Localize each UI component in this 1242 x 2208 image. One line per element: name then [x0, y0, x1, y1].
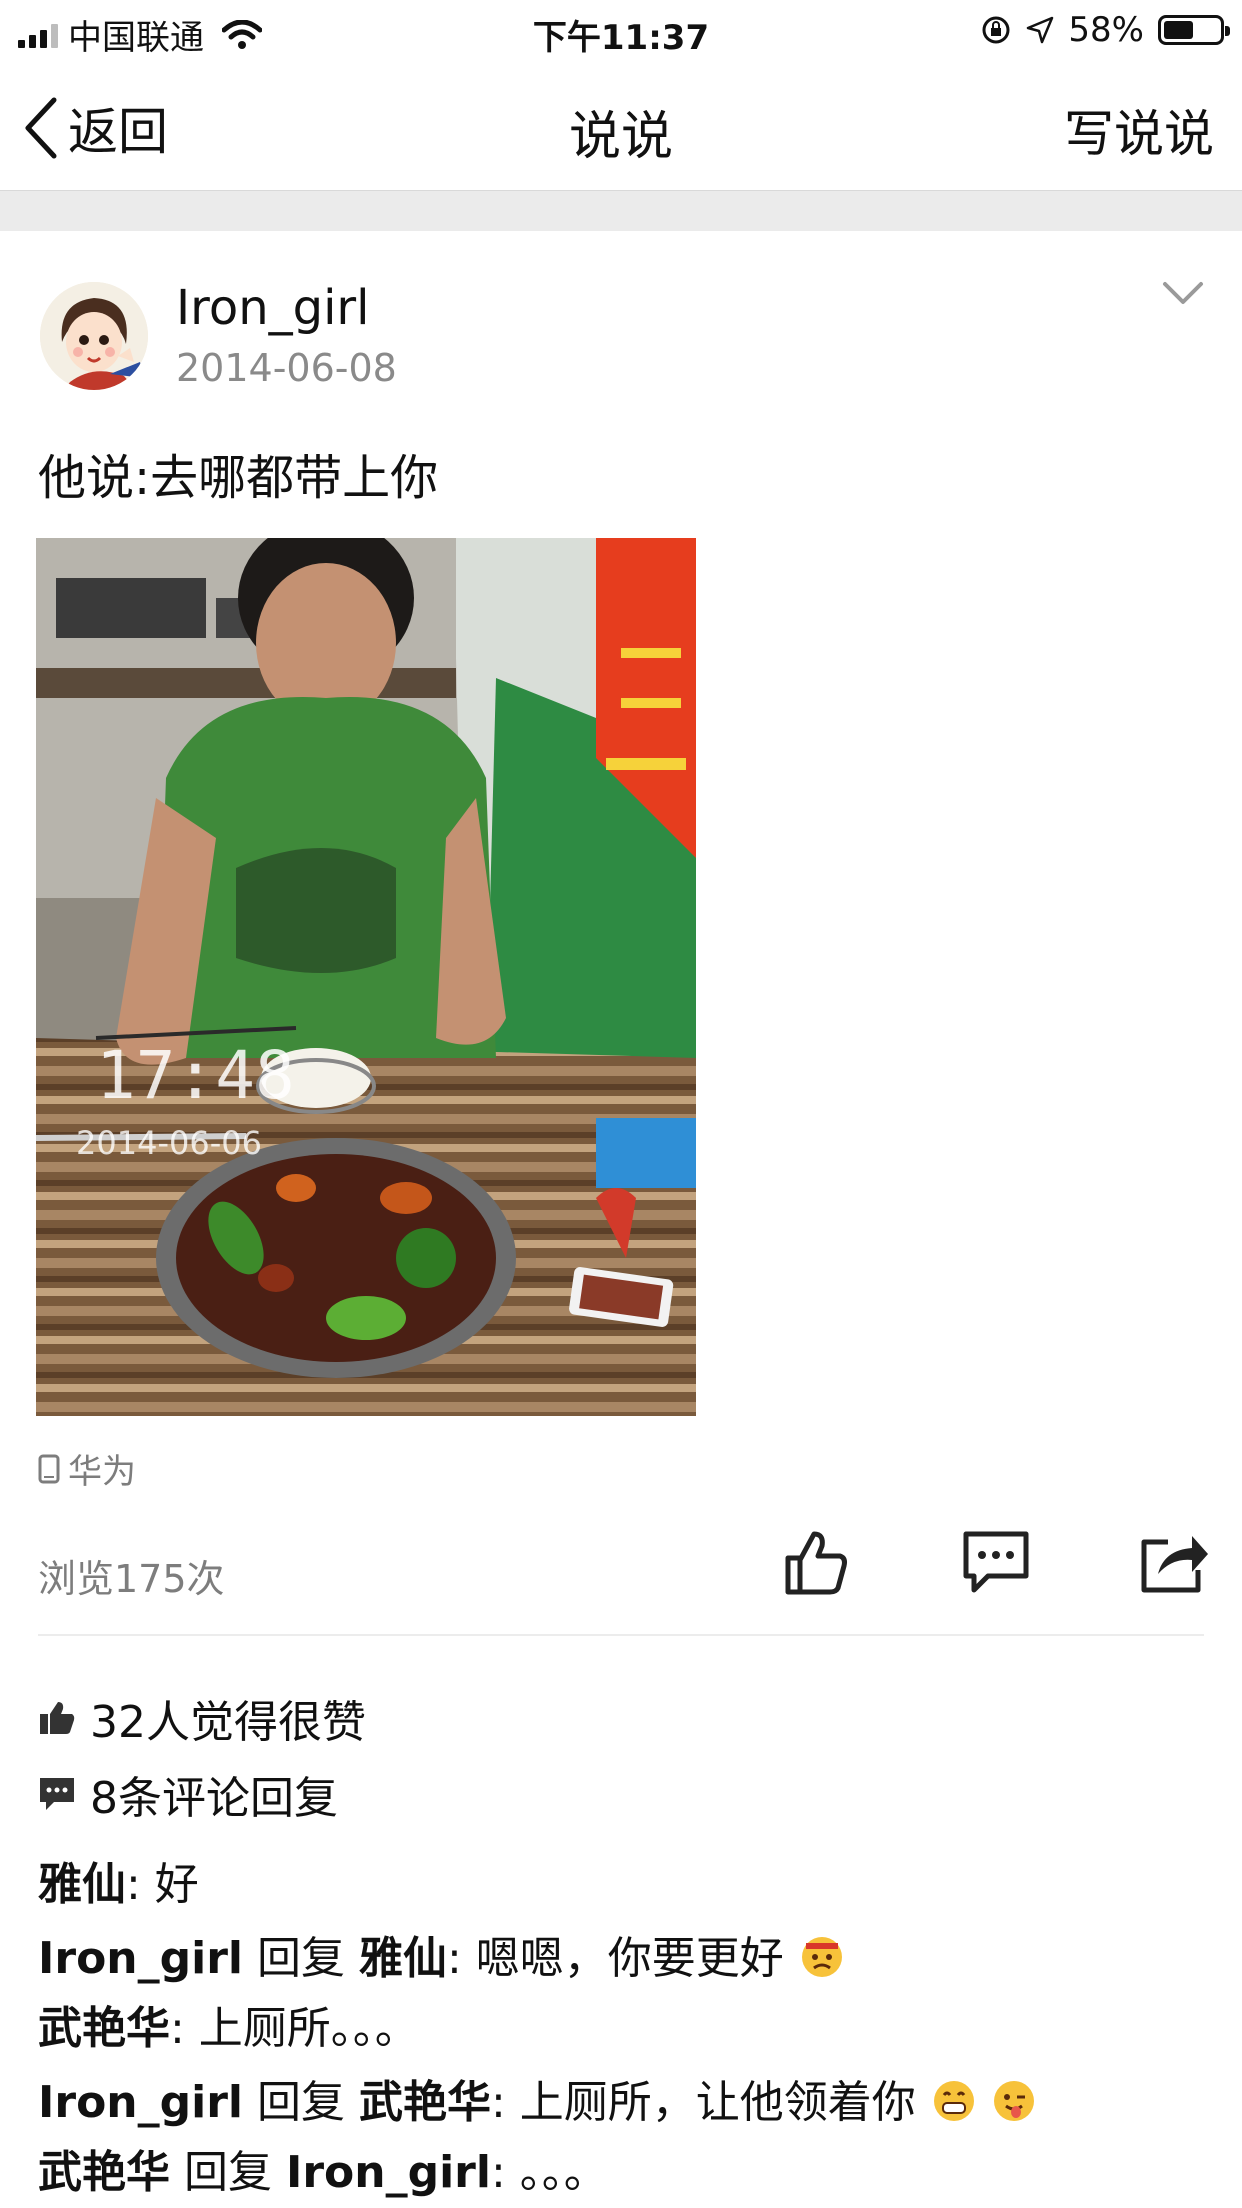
device-name: 华为	[68, 1452, 136, 1492]
comment-text: : 嗯嗯，你要更好	[446, 1933, 784, 1984]
status-right: 58%	[980, 10, 1230, 50]
device-label: 华为	[38, 1444, 136, 1493]
post-text: 他说:去哪都带上你	[38, 450, 439, 506]
likes-text: 32人觉得很赞	[90, 1697, 366, 1748]
likes-summary[interactable]: 32人觉得很赞	[38, 1686, 366, 1750]
battery-percent: 58%	[1068, 10, 1144, 50]
comment-text: : 好	[126, 1859, 199, 1910]
comment-bubble-icon	[963, 1531, 1029, 1593]
photo-time-stamp: 17:48	[96, 1037, 295, 1114]
comment-author[interactable]: Iron_girl	[38, 2077, 243, 2128]
photo-date-stamp: 2014-06-06	[76, 1124, 262, 1162]
phone-icon	[38, 1454, 60, 1483]
avatar[interactable]	[40, 282, 148, 390]
comment-item[interactable]: 武艳华 回复 Iron_girl: 。。。	[38, 2136, 608, 2200]
comment-text: : 上厕所。。。	[170, 2003, 419, 2054]
comments-summary[interactable]: 8条评论回复	[38, 1762, 338, 1826]
navigation-bar: 返回 说说 写说说	[0, 62, 1242, 191]
comments-text: 8条评论回复	[90, 1773, 338, 1824]
post-photo[interactable]: 17:48 2014-06-06	[36, 538, 696, 1416]
location-arrow-icon	[1027, 16, 1054, 44]
comment-item[interactable]: Iron_girl 回复 武艳华: 上厕所，让他领着你	[38, 2066, 1036, 2130]
reply-target[interactable]: 武艳华	[359, 2077, 491, 2128]
comment-text: : 。。。	[490, 2147, 608, 2198]
rotation-lock-icon	[982, 16, 1010, 44]
thumbs-up-icon	[785, 1531, 847, 1595]
page-title: 说说	[568, 107, 673, 167]
reply-target[interactable]: Iron_girl	[286, 2147, 491, 2198]
comment-text: : 上厕所，让他领着你	[490, 2077, 916, 2128]
status-bar: 中国联通 下午11:37 58%	[0, 0, 1242, 62]
comment-author[interactable]: 雅仙	[38, 1859, 126, 1910]
reply-word: 回复	[242, 2077, 359, 2128]
angry-face-emoji	[800, 1935, 844, 1979]
chevron-down-icon[interactable]	[1162, 280, 1204, 306]
comment-item[interactable]: 武艳华: 上厕所。。。	[38, 1992, 419, 2056]
write-post-button[interactable]: 写说说	[1064, 94, 1214, 166]
battery-fill	[1164, 21, 1193, 39]
comment-author[interactable]: 武艳华	[38, 2003, 170, 2054]
view-count: 浏览175次	[38, 1557, 225, 1601]
divider-line	[38, 1634, 1204, 1636]
winking-tongue-emoji	[992, 2079, 1036, 2123]
comment-item[interactable]: 雅仙: 好	[38, 1848, 199, 1912]
comment-bubble-icon	[40, 1778, 74, 1810]
reply-word: 回复	[170, 2147, 286, 2198]
thumbs-up-icon	[40, 1702, 75, 1734]
post-date: 2014-06-08	[176, 346, 397, 390]
reply-word: 回复	[242, 1933, 359, 1984]
grinning-face-emoji	[932, 2079, 976, 2123]
reply-target[interactable]: 雅仙	[359, 1933, 447, 1984]
comment-button[interactable]	[960, 1528, 1032, 1596]
battery-icon	[1158, 15, 1230, 45]
comment-author[interactable]: Iron_girl	[38, 1933, 243, 1984]
comment-item[interactable]: Iron_girl 回复 雅仙: 嗯嗯，你要更好	[38, 1922, 844, 1986]
section-divider	[0, 191, 1242, 231]
post-author-name[interactable]: Iron_girl	[176, 280, 370, 336]
comment-author[interactable]: 武艳华	[38, 2147, 170, 2198]
like-button[interactable]	[780, 1528, 848, 1596]
share-button[interactable]	[1138, 1528, 1210, 1596]
